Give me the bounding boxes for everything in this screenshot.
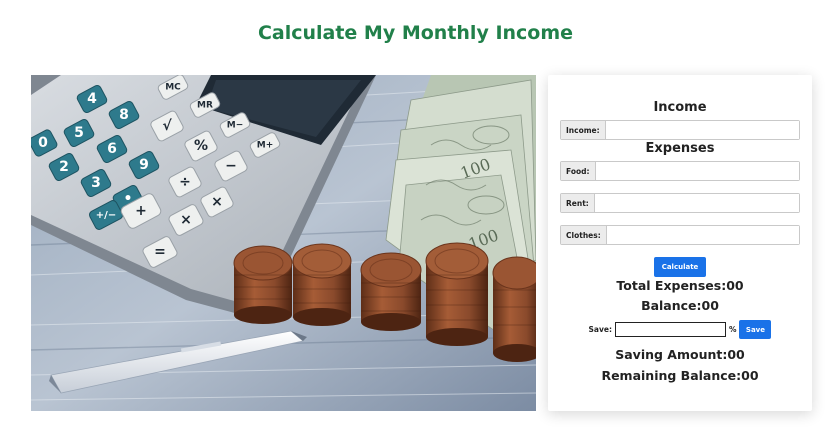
calculator-key-minus: − (225, 158, 237, 174)
calculator-key-3: 3 (91, 175, 101, 191)
save-percent-input[interactable] (614, 322, 726, 337)
income-label: Income: (561, 121, 606, 139)
calculator-key-equals: = (154, 244, 166, 260)
saving-amount-text: Saving Amount:00 (615, 347, 745, 362)
calculator-key-plus: + (135, 203, 147, 219)
rent-field: Rent: (560, 193, 800, 213)
calculator-key-9: 9 (139, 157, 149, 173)
calculator-money-photo: 100 100 4 8 5 6 9 2 3 • 0 +/− MC MR M− M… (31, 75, 536, 411)
clothes-label: Clothes: (561, 226, 607, 244)
calculator-key-sqrt: √ (162, 118, 172, 134)
calculator-key-6: 6 (107, 141, 117, 157)
clothes-input[interactable] (606, 226, 799, 244)
calculator-key-mc: MC (165, 83, 181, 93)
balance-text: Balance:00 (641, 298, 719, 313)
clothes-field: Clothes: (560, 225, 800, 245)
save-button[interactable]: Save (739, 320, 772, 339)
food-label: Food: (561, 162, 596, 180)
food-input[interactable] (595, 162, 799, 180)
rent-input[interactable] (594, 194, 799, 212)
total-expenses-text: Total Expenses:00 (616, 278, 744, 293)
income-input[interactable] (605, 121, 799, 139)
calculator-key-2: 2 (59, 159, 69, 175)
calculate-button[interactable]: Calculate (654, 257, 706, 277)
calculator-key-8: 8 (119, 107, 129, 123)
calculator-key-divide: ÷ (179, 174, 191, 190)
expenses-heading: Expenses (645, 141, 715, 156)
calculator-key-plus-minus: +/− (96, 210, 116, 221)
calculator-key-5: 5 (74, 125, 84, 141)
calculator-key-m-minus: M− (227, 121, 244, 131)
calculator-key-4: 4 (87, 91, 97, 107)
food-field: Food: (560, 161, 800, 181)
percent-sign: % (728, 325, 737, 334)
calculator-key-mr: MR (197, 101, 213, 111)
remaining-balance-text: Remaining Balance:00 (601, 368, 759, 383)
income-field: Income: (560, 120, 800, 140)
rent-label: Rent: (561, 194, 595, 212)
calculator-key-m-plus: M+ (257, 141, 274, 151)
calculator-key-multiply: × (180, 212, 192, 228)
calculator-key-percent: % (194, 138, 208, 154)
calculator-key-0: 0 (38, 135, 48, 151)
save-percent-label: Save: (588, 325, 612, 334)
income-heading: Income (653, 100, 707, 115)
save-row: Save: % Save (548, 320, 812, 339)
calculator-key-times: × (211, 194, 223, 210)
hero-image: 100 100 4 8 5 6 9 2 3 • 0 +/− MC MR M− M… (31, 75, 536, 411)
income-calculator-card: Income Income: Expenses Food: Rent: Clot… (548, 75, 812, 411)
page-title: Calculate My Monthly Income (257, 22, 574, 44)
